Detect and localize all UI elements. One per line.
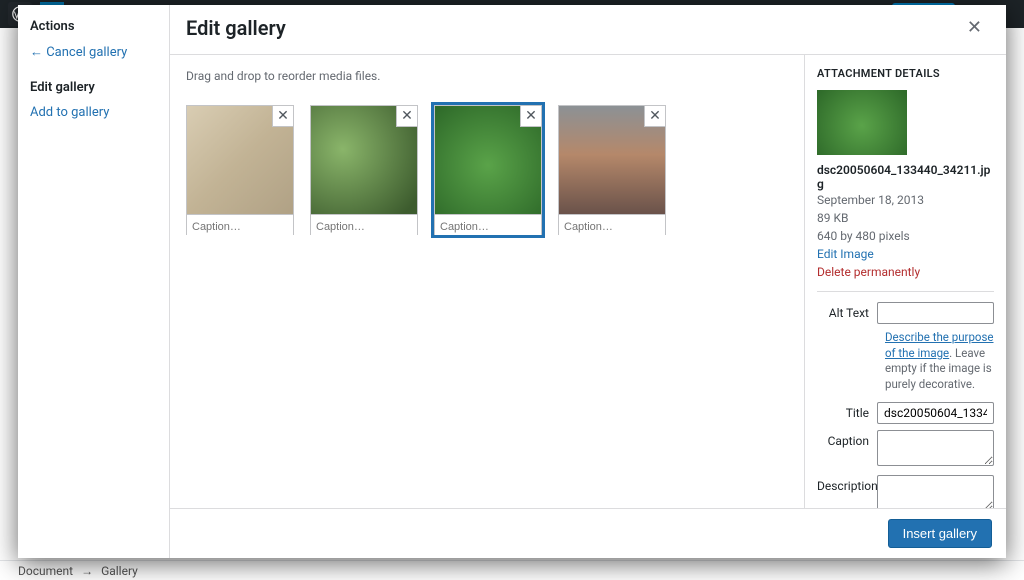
thumb-caption-input[interactable] (187, 218, 293, 236)
title-label: Title (817, 402, 877, 420)
thumbnail-list: ✕ ✕ ✕ ✕ (186, 105, 788, 235)
modal-sidebar: Actions ← Cancel gallery Edit gallery Ad… (18, 5, 170, 558)
gallery-thumb[interactable]: ✕ (434, 105, 542, 235)
caption-label: Caption (817, 430, 877, 448)
attachment-details-heading: Attachment Details (817, 67, 994, 80)
add-to-gallery-link[interactable]: Add to gallery (30, 105, 157, 120)
attachment-dimensions: 640 by 480 pixels (817, 227, 994, 245)
remove-thumb-icon[interactable]: ✕ (644, 105, 666, 127)
gallery-thumb[interactable]: ✕ (186, 105, 294, 235)
modal-footer: Insert gallery (170, 508, 1006, 558)
insert-gallery-button[interactable]: Insert gallery (888, 519, 992, 548)
breadcrumb-separator: → (81, 564, 93, 578)
description-textarea[interactable] (877, 475, 994, 508)
alt-text-input[interactable] (877, 302, 994, 324)
breadcrumb-gallery[interactable]: Gallery (101, 564, 138, 578)
caption-textarea[interactable] (877, 430, 994, 466)
thumb-caption-input[interactable] (435, 218, 541, 236)
thumb-caption-input[interactable] (311, 218, 417, 236)
cancel-gallery-link[interactable]: ← Cancel gallery (30, 44, 157, 60)
modal-title: Edit gallery (186, 16, 286, 40)
modal-main: Edit gallery ✕ Drag and drop to reorder … (170, 5, 1006, 558)
thumb-caption-input[interactable] (559, 218, 665, 236)
attachment-date: September 18, 2013 (817, 191, 994, 209)
alt-text-label: Alt Text (817, 302, 877, 320)
media-modal: Actions ← Cancel gallery Edit gallery Ad… (18, 5, 1006, 558)
delete-permanently-link[interactable]: Delete permanently (817, 265, 920, 279)
edit-image-link[interactable]: Edit Image (817, 247, 874, 261)
gallery-thumb[interactable]: ✕ (310, 105, 418, 235)
attachment-preview-image (817, 90, 907, 155)
description-label: Description (817, 475, 877, 493)
title-input[interactable] (877, 402, 994, 424)
attachment-size: 89 KB (817, 209, 994, 227)
close-icon[interactable]: ✕ (959, 13, 990, 42)
breadcrumb-document[interactable]: Document (18, 564, 73, 578)
sidebar-edit-gallery-heading: Edit gallery (30, 80, 157, 95)
editor-breadcrumb: Document → Gallery (0, 560, 1024, 580)
alt-text-help: Describe the purpose of the image. Leave… (885, 330, 994, 392)
reorder-instructions: Drag and drop to reorder media files. (186, 69, 788, 83)
remove-thumb-icon[interactable]: ✕ (396, 105, 418, 127)
thumb-image[interactable]: ✕ (559, 106, 665, 214)
attachment-details-panel: Attachment Details dsc20050604_133440_34… (804, 55, 1006, 508)
gallery-area: Drag and drop to reorder media files. ✕✕… (170, 55, 804, 508)
remove-thumb-icon[interactable]: ✕ (272, 105, 294, 127)
gallery-thumb[interactable]: ✕ (558, 105, 666, 235)
attachment-filename: dsc20050604_133440_34211.jpg (817, 163, 994, 191)
sidebar-actions-heading: Actions (30, 19, 157, 34)
thumb-image[interactable]: ✕ (187, 106, 293, 214)
thumb-image[interactable]: ✕ (435, 106, 541, 214)
remove-thumb-icon[interactable]: ✕ (520, 105, 542, 127)
thumb-image[interactable]: ✕ (311, 106, 417, 214)
